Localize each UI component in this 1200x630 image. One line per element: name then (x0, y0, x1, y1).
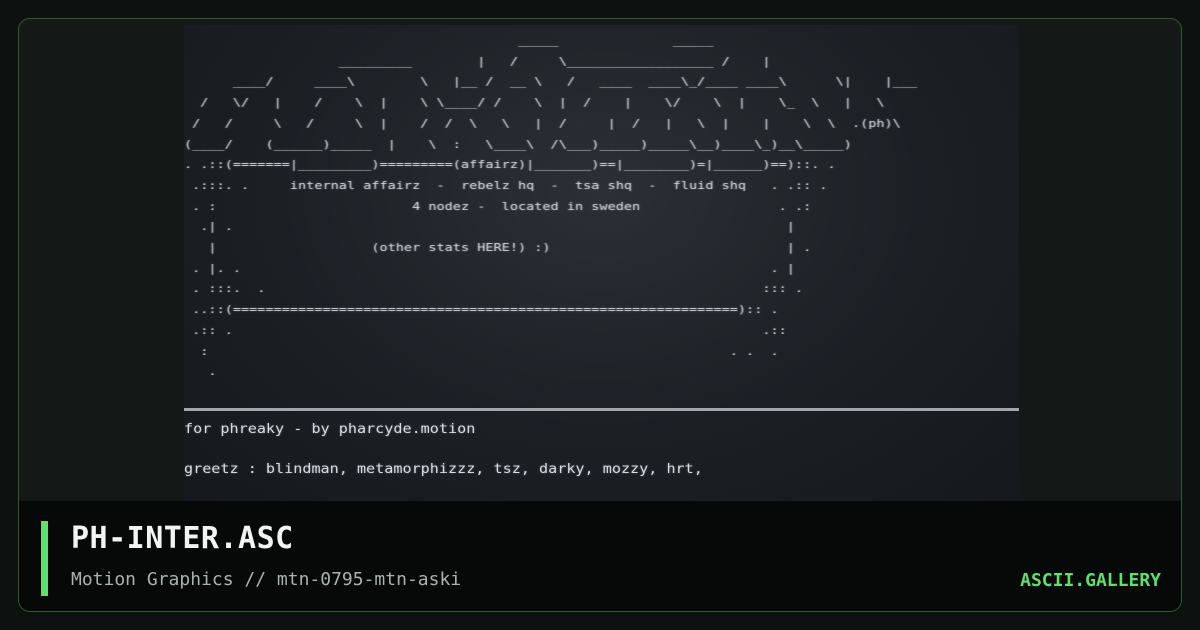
ascii-art-line: . : 4 nodez - located in sweden . .: (184, 199, 812, 213)
ascii-artwork-screen: _____ _____ _________ | / \_____________… (184, 25, 1019, 501)
separator-line (184, 408, 1019, 411)
ascii-art-line: . .::(=======|_________)=========(affair… (184, 158, 836, 172)
ascii-art-line: / / \ / \ | / / \ \ | / | / | \ | | \ \ … (184, 116, 901, 130)
ascii-art-line: / \/ | / \ | \ \____/ / \ | / | \/ \ | \… (184, 96, 885, 110)
ascii-art-line: . (184, 365, 795, 379)
ascii-art-line: . |. . . | (184, 261, 795, 275)
ascii-art-line: _____ _____ (184, 34, 714, 47)
info-footer: PH-INTER.ASC Motion Graphics // mtn-0795… (19, 501, 1181, 611)
artwork-title: PH-INTER.ASC (71, 521, 294, 556)
ascii-art-line: .| . | (184, 220, 795, 234)
ascii-art-block: _____ _____ _________ | / \_____________… (184, 31, 1019, 383)
credit-line: for phreaky - by pharcyde.motion (184, 421, 476, 437)
ascii-art-line: ..::(===================================… (184, 303, 779, 317)
accent-bar (41, 521, 48, 596)
site-brand-link[interactable]: ASCII.GALLERY (1020, 570, 1161, 591)
ascii-art-line: .:::. . internal affairz - rebelz hq - t… (184, 178, 828, 192)
ascii-art-line: _________ | / \__________________ / | (184, 54, 771, 68)
ascii-art-line: (____/ (______)_____ | \ : \____\ /\___)… (184, 137, 852, 151)
ascii-art-line: . :::. . ::: . (184, 282, 804, 296)
greetz-line: greetz : blindman, metamorphizzz, tsz, d… (184, 461, 703, 477)
ascii-art-line: | (other stats HERE!) :) | . (184, 241, 812, 255)
ascii-art-line: ____/ ____\ \ |__ / __ \ / ____ ____\_/_… (184, 75, 918, 89)
ascii-art-line: : . . . (184, 344, 779, 358)
preview-card: _____ _____ _________ | / \_____________… (18, 18, 1182, 612)
artwork-subtitle: Motion Graphics // mtn-0795-mtn-aski (71, 569, 462, 590)
ascii-art-line: .:: . .:: (184, 323, 787, 337)
